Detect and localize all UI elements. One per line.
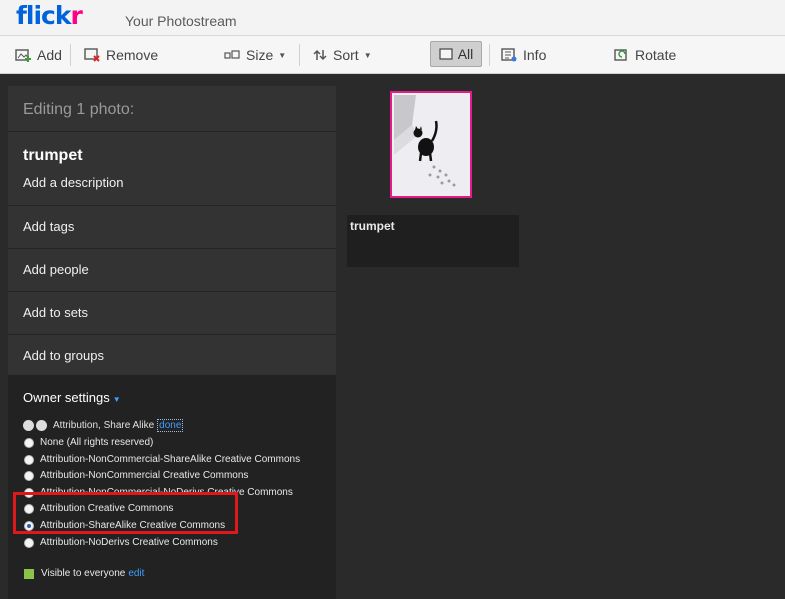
radio-button[interactable] [24,470,34,481]
add-label: Add [37,47,62,63]
add-to-sets-row[interactable]: Add to sets [8,292,336,335]
toolbar-divider [489,44,490,66]
add-photo-icon [15,49,31,62]
sort-dropdown[interactable]: Sort ▼ [313,36,372,74]
all-label: All [457,46,474,62]
info-label: Info [523,47,547,63]
license-option-by-nd[interactable]: Attribution-NoDerivs Creative Commons [24,537,218,548]
done-link[interactable]: done [157,419,184,432]
select-all-button[interactable]: All [430,41,482,67]
info-button[interactable]: Info [501,36,546,74]
size-icon [224,50,240,59]
flickr-logo[interactable]: flickr [16,1,83,30]
chevron-down-icon: ▼ [112,395,121,404]
top-header: flickr Your Photostream [0,0,785,36]
license-option-label: Attribution-NonCommercial-ShareAlike Cre… [40,454,301,465]
page-title: Your Photostream [125,13,237,29]
title-block: trumpet Add a description [8,132,336,206]
add-tags-row[interactable]: Add tags [8,206,336,249]
chevron-down-icon: ▼ [363,50,372,60]
radio-button[interactable] [24,537,34,548]
license-option-by-nc[interactable]: Attribution-NonCommercial Creative Commo… [24,470,248,481]
visibility-label: Visible to everyone [41,568,126,579]
license-option-label: None (All rights reserved) [40,437,154,448]
select-all-icon [439,48,453,60]
rotate-button[interactable]: Rotate [613,36,676,74]
owner-settings-section: Owner settings ▼ Attribution, Share Alike… [8,375,336,599]
size-label: Size [246,47,274,63]
license-option-label: Attribution-NoDerivs Creative Commons [40,537,218,548]
info-icon [501,48,517,62]
editing-count-heading: Editing 1 photo: [8,86,336,132]
owner-settings-toggle[interactable]: Owner settings ▼ [23,390,121,405]
sort-label: Sort [333,47,359,63]
remove-button[interactable]: Remove [84,36,158,74]
remove-photo-icon [84,48,100,62]
add-description-link[interactable]: Add a description [23,175,336,190]
visibility-edit-link[interactable]: edit [128,568,144,579]
radio-button[interactable] [24,454,34,465]
current-license: Attribution, Share Alike done [23,419,184,432]
add-people-row[interactable]: Add people [8,249,336,292]
photo-thumbnail[interactable] [390,91,472,198]
toolbar-divider [299,44,300,66]
photo-title[interactable]: trumpet [23,147,336,165]
cat-in-snow-image [394,95,468,194]
cc-by-icon [23,420,34,431]
visibility-status-icon [24,568,34,579]
toolbar: Add Remove Size ▼ Sort ▼ All Info Rotate [0,36,785,74]
annotation-highlight-box [13,492,238,534]
current-license-label: Attribution, Share Alike [53,420,155,431]
cc-sa-icon [36,420,47,431]
rotate-icon [614,49,627,61]
license-option-none[interactable]: None (All rights reserved) [24,437,153,448]
visibility-setting: Visible to everyone edit [24,568,144,579]
remove-label: Remove [106,47,159,63]
owner-settings-label: Owner settings [23,390,110,405]
license-option-label: Attribution-NonCommercial Creative Commo… [40,470,249,481]
radio-button[interactable] [24,437,34,448]
add-button[interactable]: Add [15,36,62,74]
size-dropdown[interactable]: Size ▼ [224,36,286,74]
license-option-by-nc-sa[interactable]: Attribution-NonCommercial-ShareAlike Cre… [24,454,300,465]
sort-icon [313,49,327,61]
thumbnail-title: trumpet [350,219,395,233]
rotate-label: Rotate [635,47,677,63]
toolbar-divider [70,44,71,66]
thumbnail-caption: trumpet [347,215,519,267]
add-to-groups-row[interactable]: Add to groups [8,335,336,378]
chevron-down-icon: ▼ [278,50,287,60]
